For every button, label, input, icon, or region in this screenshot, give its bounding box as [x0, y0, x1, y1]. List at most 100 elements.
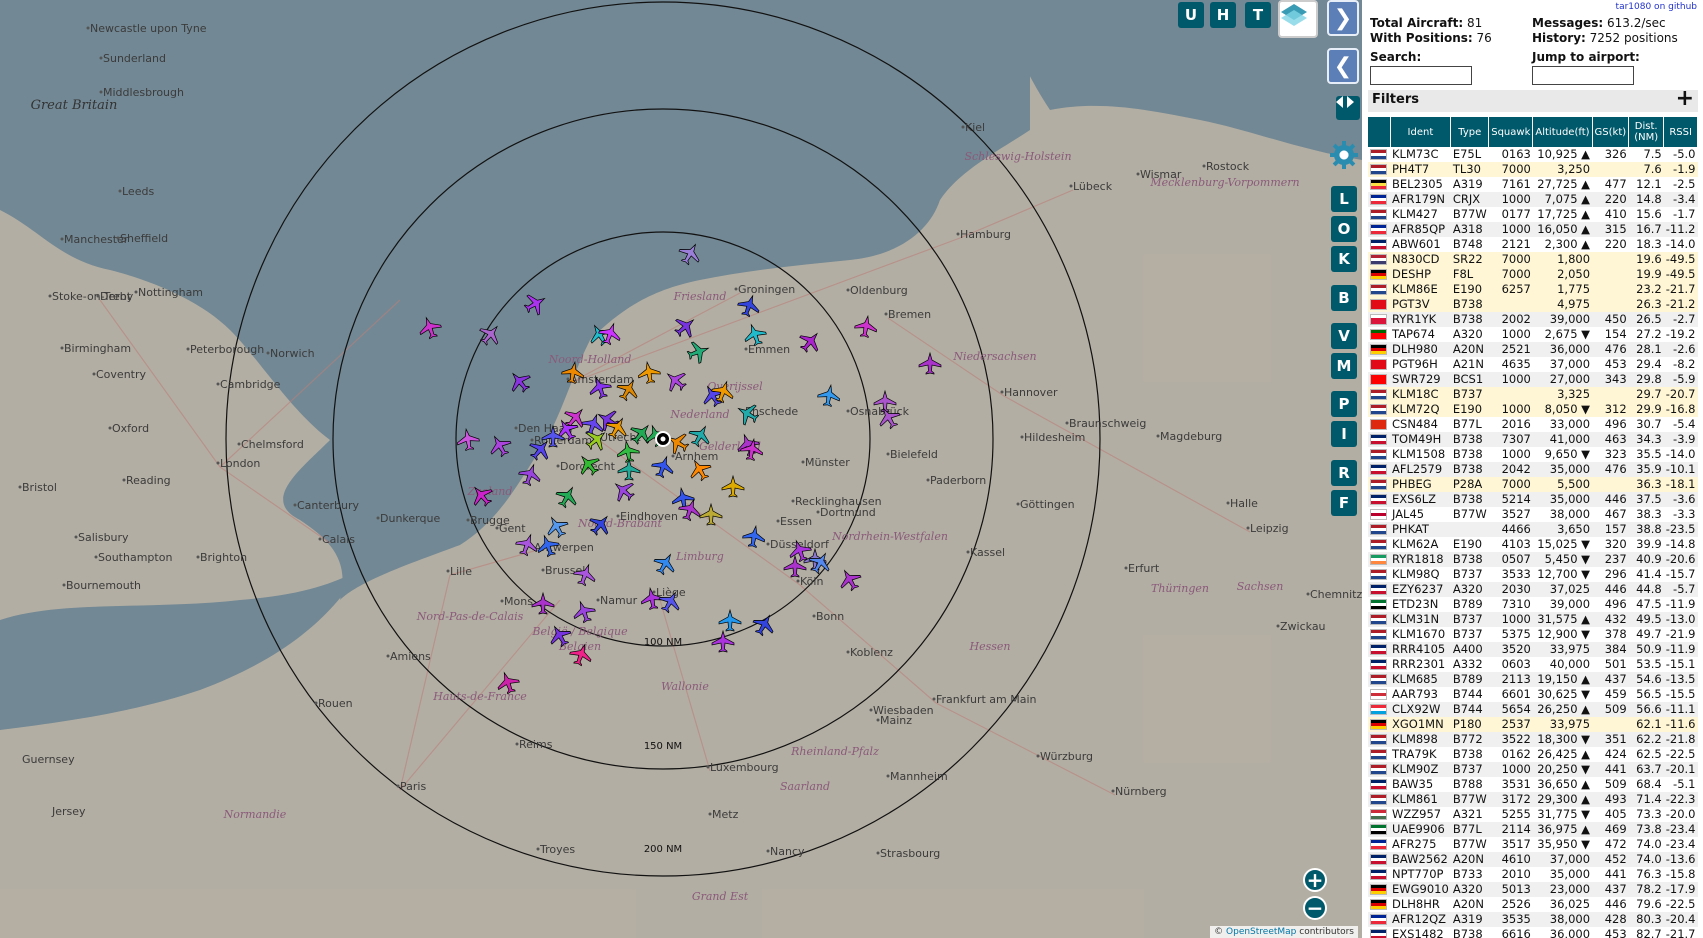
v-button[interactable]: V: [1331, 323, 1357, 349]
h-button[interactable]: H: [1210, 2, 1236, 28]
t-button[interactable]: T: [1245, 2, 1271, 28]
filters-header[interactable]: Filters +: [1368, 86, 1698, 112]
table-row[interactable]: TRA79K B738 0162 26,425 ▲ 424 62.5 -22.5: [1368, 747, 1698, 762]
city-label: Mons: [504, 595, 533, 608]
p-button[interactable]: P: [1331, 391, 1357, 417]
table-row[interactable]: JAL45 B77W 3527 38,000 467 38.3 -3.3: [1368, 507, 1698, 522]
table-row[interactable]: ETD23N B789 7310 39,000 496 47.5 -11.9: [1368, 597, 1698, 612]
table-row[interactable]: NPT770P B733 2010 35,000 441 76.3 -15.8: [1368, 867, 1698, 882]
table-row[interactable]: KLM1670 B737 5375 12,900 ▼ 378 49.7 -21.9: [1368, 627, 1698, 642]
table-row[interactable]: XGO1MN P180 2537 33,975 62.1 -11.6: [1368, 717, 1698, 732]
table-row[interactable]: KLM685 B789 2113 19,150 ▲ 437 54.6 -13.5: [1368, 672, 1698, 687]
table-row[interactable]: AAR793 B744 6601 30,625 ▼ 459 56.5 -15.5: [1368, 687, 1698, 702]
table-row[interactable]: PH4T7 TL30 7000 3,250 7.6 -1.9: [1368, 162, 1698, 177]
i-button[interactable]: I: [1331, 421, 1357, 447]
map-canvas[interactable]: Great Britain Nederland België / Belgique B…: [0, 0, 1362, 938]
zoom-out-button[interactable]: −: [1303, 896, 1327, 920]
column-header[interactable]: Type: [1450, 117, 1490, 147]
table-row[interactable]: SWR729 BCS1 1000 27,000 343 29.8 -5.9: [1368, 372, 1698, 387]
column-header[interactable]: Ident: [1390, 117, 1452, 147]
table-row[interactable]: AFR85QP A318 1000 16,050 ▲ 315 16.7 -11.2: [1368, 222, 1698, 237]
m-button[interactable]: M: [1331, 353, 1357, 379]
table-row[interactable]: CSN484 B77L 2016 33,000 496 30.7 -5.4: [1368, 417, 1698, 432]
ident-cell: KLM62A: [1392, 537, 1439, 551]
total-aircraft-label: Total Aircraft:: [1370, 16, 1464, 30]
zoom-in-button[interactable]: +: [1303, 868, 1327, 892]
settings-button[interactable]: [1329, 140, 1359, 170]
table-row[interactable]: EXS1482 B738 6616 36,000 453 82.7 -21.7: [1368, 927, 1698, 938]
table-row[interactable]: ABW601 B748 2121 2,300 ▲ 220 18.3 -14.0: [1368, 237, 1698, 252]
table-row[interactable]: DLH8HR A20N 2526 36,025 446 79.6 -22.5: [1368, 897, 1698, 912]
table-row[interactable]: CLX92W B744 5654 26,250 ▲ 509 56.6 -11.1: [1368, 702, 1698, 717]
gs-cell: 384: [1604, 642, 1627, 656]
table-row[interactable]: PHBEG P28A 7000 5,500 36.3 -18.1: [1368, 477, 1698, 492]
k-button[interactable]: K: [1331, 246, 1357, 272]
table-row[interactable]: TOM49H B738 7307 41,000 463 34.3 -3.9: [1368, 432, 1698, 447]
map-attribution: © OpenStreetMap contributors: [1210, 926, 1358, 938]
table-row[interactable]: PHKAT 4466 3,650 157 38.8 -23.5: [1368, 522, 1698, 537]
column-header[interactable]: Dist.(NM): [1628, 117, 1665, 147]
table-row[interactable]: BEL2305 A319 7161 27,725 ▲ 477 12.1 -2.5: [1368, 177, 1698, 192]
table-row[interactable]: WZZ957 A321 5255 31,775 ▼ 405 73.3 -20.0: [1368, 807, 1698, 822]
table-row[interactable]: EWG9010 A320 5013 23,000 437 78.2 -17.9: [1368, 882, 1698, 897]
expand-sidebar-button[interactable]: ❯: [1327, 0, 1359, 36]
table-row[interactable]: EXS6LZ B738 5214 35,000 446 37.5 -3.6: [1368, 492, 1698, 507]
table-row[interactable]: AFR275 B77W 3517 35,950 ▼ 472 74.0 -23.4: [1368, 837, 1698, 852]
r-button[interactable]: R: [1331, 460, 1357, 486]
table-row[interactable]: RYR1818 B738 0507 5,450 ▼ 237 40.9 -20.6: [1368, 552, 1698, 567]
table-row[interactable]: KLM427 B77W 0177 17,725 ▲ 410 15.6 -1.7: [1368, 207, 1698, 222]
table-row[interactable]: DLH980 A20N 2521 36,000 476 28.1 -2.6: [1368, 342, 1698, 357]
search-input[interactable]: [1370, 66, 1472, 85]
column-header[interactable]: GS(kt): [1592, 117, 1630, 147]
collapse-sidebar-button[interactable]: ❮: [1327, 48, 1359, 84]
table-row[interactable]: EZY6237 A320 2030 37,025 446 44.8 -5.7: [1368, 582, 1698, 597]
table-row[interactable]: KLM72Q E190 1000 8,050 ▼ 312 29.9 -16.8: [1368, 402, 1698, 417]
jump-airport-input[interactable]: [1532, 66, 1634, 85]
table-row[interactable]: BAW35 B788 3531 36,650 ▲ 509 68.4 -5.1: [1368, 777, 1698, 792]
o-button[interactable]: O: [1331, 216, 1357, 242]
table-row[interactable]: KLM18C B737 3,325 29.7 -20.7: [1368, 387, 1698, 402]
table-row[interactable]: KLM73C E75L 0163 10,925 ▲ 326 7.5 -5.0: [1368, 147, 1698, 162]
column-header[interactable]: [1368, 117, 1391, 147]
column-header[interactable]: Squawk: [1488, 117, 1534, 147]
osm-link[interactable]: OpenStreetMap: [1226, 927, 1296, 937]
table-row[interactable]: RYR1YK B738 2002 39,000 450 26.5 -2.7: [1368, 312, 1698, 327]
gs-cell: 323: [1604, 447, 1627, 461]
column-header[interactable]: Altitude(ft): [1532, 117, 1593, 147]
column-header[interactable]: RSSI: [1663, 117, 1698, 147]
f-button[interactable]: F: [1331, 490, 1357, 516]
table-row[interactable]: RRR2301 A332 0603 40,000 501 53.5 -15.1: [1368, 657, 1698, 672]
rssi-cell: -5.4: [1673, 417, 1696, 431]
github-link[interactable]: tar1080 on github: [1616, 2, 1697, 12]
table-row[interactable]: KLM86E E190 6257 1,775 23.2 -21.7: [1368, 282, 1698, 297]
l-button[interactable]: L: [1331, 186, 1357, 212]
layers-button[interactable]: [1278, 0, 1318, 38]
u-button[interactable]: U: [1178, 2, 1204, 28]
city-label: Nancy: [770, 845, 805, 858]
table-row[interactable]: DESHP F8L 7000 2,050 19.9 -49.5: [1368, 267, 1698, 282]
table-row[interactable]: AFL2579 B738 2042 35,000 476 35.9 -10.1: [1368, 462, 1698, 477]
table-row[interactable]: UAE9906 B77L 2114 36,975 ▲ 469 73.8 -23.4: [1368, 822, 1698, 837]
table-row[interactable]: KLM861 B77W 3172 29,300 ▲ 493 71.4 -22.3: [1368, 792, 1698, 807]
table-row[interactable]: KLM31N B737 1000 31,575 ▲ 432 49.5 -13.0: [1368, 612, 1698, 627]
map-view[interactable]: Great Britain Nederland België / Belgique B…: [0, 0, 1362, 938]
table-row[interactable]: AFR179N CRJX 1000 7,075 ▲ 220 14.8 -3.4: [1368, 192, 1698, 207]
table-row[interactable]: KLM90Z B737 1000 20,250 ▼ 441 63.7 -20.1: [1368, 762, 1698, 777]
table-row[interactable]: KLM98Q B737 3533 12,700 ▼ 296 41.4 -15.7: [1368, 567, 1698, 582]
table-row[interactable]: PGT96H A21N 4635 37,000 453 29.4 -8.2: [1368, 357, 1698, 372]
sidebar-resize-handle[interactable]: [1336, 96, 1360, 120]
table-row[interactable]: TAP674 A320 1000 2,675 ▼ 154 27.2 -19.2: [1368, 327, 1698, 342]
ident-cell: EXS1482: [1392, 927, 1444, 938]
table-row[interactable]: N830CD SR22 7000 1,800 19.6 -49.5: [1368, 252, 1698, 267]
squawk-cell: 2016: [1501, 417, 1531, 431]
table-row[interactable]: RRR4105 A400 3520 33,975 384 50.9 -11.9: [1368, 642, 1698, 657]
table-row[interactable]: KLM1508 B738 1000 9,650 ▼ 323 35.5 -14.0: [1368, 447, 1698, 462]
b-button[interactable]: B: [1331, 285, 1357, 311]
table-row[interactable]: KLM898 B772 3522 18,300 ▼ 351 62.2 -21.8: [1368, 732, 1698, 747]
flag-cell: [1368, 657, 1390, 672]
expand-filters-icon[interactable]: +: [1676, 86, 1694, 111]
table-row[interactable]: BAW2562 A20N 4610 37,000 452 74.0 -13.6: [1368, 852, 1698, 867]
table-row[interactable]: PGT3V B738 4,975 26.3 -21.2: [1368, 297, 1698, 312]
table-row[interactable]: AFR12QZ A319 3535 38,000 428 80.3 -20.4: [1368, 912, 1698, 927]
table-row[interactable]: KLM62A E190 4103 15,025 ▼ 320 39.9 -14.8: [1368, 537, 1698, 552]
